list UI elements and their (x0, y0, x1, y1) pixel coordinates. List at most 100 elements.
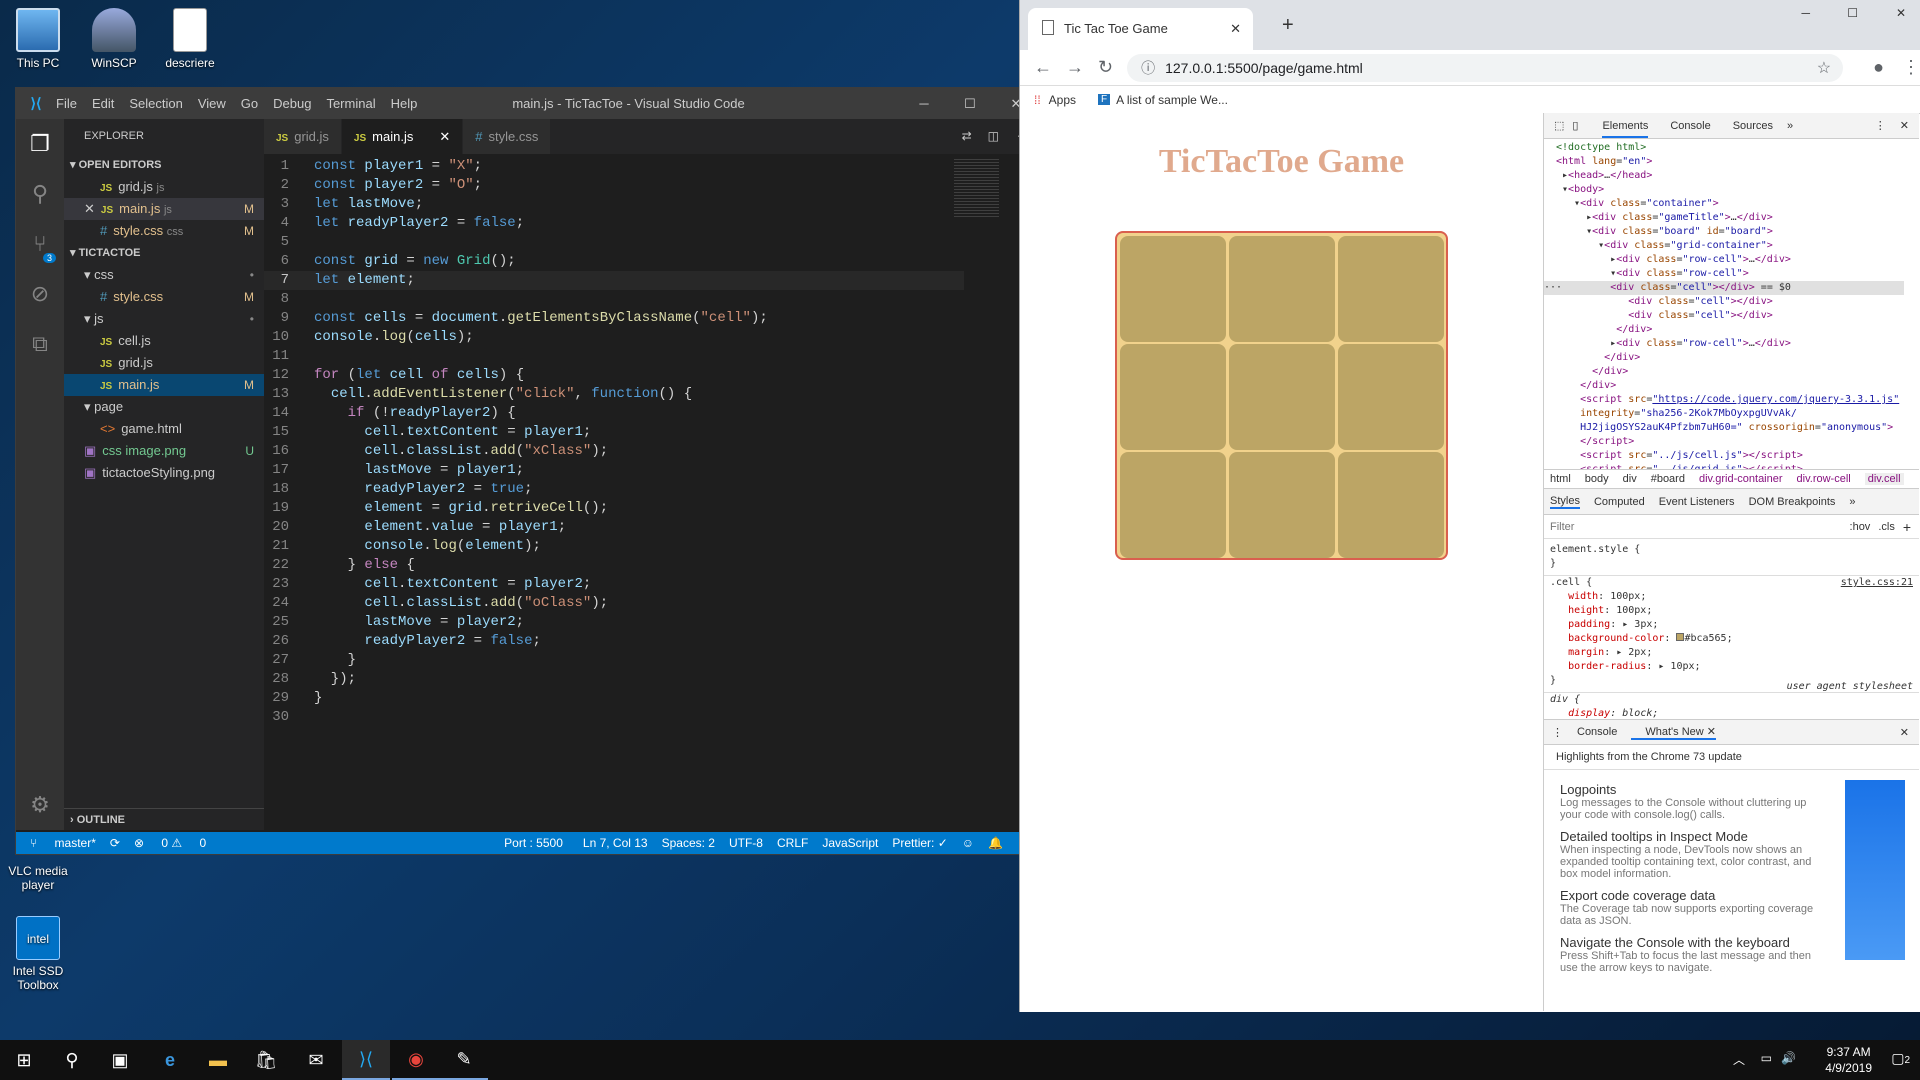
menu-debug[interactable]: Debug (273, 96, 311, 111)
minimize-icon[interactable]: ─ (901, 96, 947, 111)
open-editor-item[interactable]: JS grid.js js (64, 176, 264, 198)
chrome-menu-icon[interactable]: ⋮ (1902, 57, 1920, 78)
menu-edit[interactable]: Edit (92, 96, 114, 111)
chrome-taskbar-icon[interactable]: ◉ (392, 1040, 440, 1080)
code-line[interactable]: 7 let element; (264, 271, 964, 290)
split-editor-icon[interactable]: ◫ (980, 119, 1007, 154)
code-line[interactable]: 10 console.log(cells); (264, 328, 964, 347)
network-icon[interactable]: ▭ (1761, 1051, 1772, 1065)
breadcrumb-row-cell[interactable]: div.row-cell (1797, 473, 1851, 485)
code-line[interactable]: 3 let lastMove; (264, 195, 964, 214)
tab-close-icon[interactable]: ✕ (439, 129, 450, 144)
board-cell[interactable] (1120, 236, 1226, 342)
maximize-icon[interactable]: ☐ (947, 96, 993, 112)
cls-toggle[interactable]: .cls (1878, 521, 1895, 533)
code-line[interactable]: 2 const player2 = "O"; (264, 176, 964, 195)
whats-new-item[interactable]: Logpoints Log messages to the Console wit… (1560, 782, 1829, 821)
style-source-link[interactable]: style.css:21 (1841, 576, 1913, 590)
desktop-icon-vlc[interactable]: VLC media player (2, 864, 74, 892)
desktop-icon-intel-ssd[interactable]: intel Intel SSD Toolbox (2, 916, 74, 992)
menu-help[interactable]: Help (391, 96, 418, 111)
code-line[interactable]: 1 const player1 = "X"; (264, 157, 964, 176)
devtools-menu-icon[interactable]: ⋮ (1875, 119, 1886, 132)
bookmark-sample-web[interactable]: A list of sample We... (1116, 93, 1228, 107)
code-line[interactable]: 15 cell.textContent = player1; (264, 423, 964, 442)
encoding[interactable]: UTF-8 (729, 836, 763, 850)
code-line[interactable]: 8 (264, 290, 964, 309)
code-line[interactable]: 11 (264, 347, 964, 366)
code-line[interactable]: 29} (264, 689, 964, 708)
devtools-tab-sources[interactable]: Sources (1733, 120, 1773, 132)
breadcrumb-div[interactable]: div (1623, 473, 1637, 485)
breadcrumb-board[interactable]: #board (1651, 473, 1685, 485)
tree-file[interactable]: ▣ tictactoeStyling.png (64, 462, 264, 484)
drawer-tab-whats-new[interactable]: What's New ✕ (1631, 725, 1716, 740)
reload-icon[interactable]: ↻ (1098, 57, 1113, 78)
start-windows-icon[interactable]: ⊞ (0, 1040, 48, 1080)
tab-close-icon[interactable]: ✕ (1230, 21, 1241, 37)
volume-icon[interactable]: 🔊 (1781, 1051, 1796, 1065)
compare-icon[interactable]: ⇄ (954, 119, 980, 154)
search-icon[interactable]: ⚲ (16, 169, 64, 219)
close-editor-icon[interactable]: ✕ (84, 201, 95, 216)
indent-spaces[interactable]: Spaces: 2 (662, 836, 715, 850)
paint-taskbar-icon[interactable]: ✎ (440, 1040, 488, 1080)
back-icon[interactable]: ← (1034, 57, 1052, 78)
outline-header[interactable]: › OUTLINE (64, 808, 264, 830)
show-hidden-icons[interactable]: ︿ (1733, 1051, 1745, 1068)
minimize-icon[interactable]: ─ (1801, 6, 1810, 20)
more-tabs-icon[interactable]: » (1849, 496, 1855, 508)
mail-icon[interactable]: ✉ (292, 1040, 340, 1080)
task-view-icon[interactable]: ▣ (96, 1040, 144, 1080)
file-explorer-icon[interactable]: ▬ (194, 1040, 242, 1080)
code-line[interactable]: 12 for (let cell of cells) { (264, 366, 964, 385)
search-icon[interactable]: ⚲ (48, 1040, 96, 1080)
code-line[interactable]: 23 cell.textContent = player2; (264, 575, 964, 594)
breadcrumb-grid-container[interactable]: div.grid-container (1699, 473, 1783, 485)
extensions-icon[interactable]: ⧉ (16, 319, 64, 369)
explorer-icon[interactable]: ❐ (16, 119, 64, 169)
cursor-position[interactable]: Ln 7, Col 13 (583, 836, 648, 850)
board-cell[interactable] (1229, 452, 1335, 558)
tree-file-selected[interactable]: JS main.js M (64, 374, 264, 396)
dom-tree[interactable]: <!doctype html> <html lang="en"> ▸<head>… (1544, 139, 1919, 469)
drawer-close-icon[interactable]: ✕ (1900, 726, 1909, 739)
code-line[interactable]: 9 const cells = document.getElementsByCla… (264, 309, 964, 328)
problems-status[interactable]: ⊗ 0 ⚠ 0 (134, 836, 206, 850)
desktop-icon-winscp[interactable]: WinSCP (78, 8, 150, 70)
breadcrumb-cell[interactable]: div.cell (1864, 473, 1904, 485)
board-cell[interactable] (1338, 344, 1444, 450)
feedback-icon[interactable]: ☺ (962, 836, 974, 850)
code-line[interactable]: 4 let readyPlayer2 = false; (264, 214, 964, 233)
source-control-icon[interactable]: ⑂ 3 (16, 219, 64, 269)
hov-toggle[interactable]: :hov (1850, 521, 1871, 533)
clock[interactable]: 9:37 AM 4/9/2019 (1825, 1044, 1872, 1076)
code-line[interactable]: 19 element = grid.retriveCell(); (264, 499, 964, 518)
code-line[interactable]: 14 if (!readyPlayer2) { (264, 404, 964, 423)
whats-new-item[interactable]: Detailed tooltips in Inspect Mode When in… (1560, 829, 1829, 880)
code-line[interactable]: 30 (264, 708, 964, 727)
action-center-icon[interactable]: ▢2 (1891, 1050, 1910, 1067)
browser-tab[interactable]: Tic Tac Toe Game ✕ (1028, 8, 1253, 50)
drawer-tab-console[interactable]: Console (1577, 726, 1617, 738)
board-cell[interactable] (1229, 236, 1335, 342)
bookmark-apps[interactable]: Apps (1049, 93, 1076, 107)
maximize-icon[interactable]: ☐ (1847, 6, 1858, 20)
styles-pane[interactable]: element.style { } .cell { width: 100px; … (1544, 539, 1919, 719)
edge-icon[interactable]: e (146, 1040, 194, 1080)
store-icon[interactable]: 🛍 (242, 1040, 290, 1080)
devtools-tab-elements[interactable]: Elements (1602, 114, 1649, 138)
code-line[interactable]: 13 cell.addEventListener("click", functi… (264, 385, 964, 404)
vscode-taskbar-icon[interactable]: ⟩⟨ (342, 1040, 390, 1080)
project-header[interactable]: ▾ TICTACTOE (64, 242, 264, 264)
board-cell[interactable] (1338, 236, 1444, 342)
styles-tab[interactable]: Styles (1550, 495, 1580, 509)
open-editor-item[interactable]: ✕ JS main.js js M (64, 198, 264, 220)
tab-grid-js[interactable]: JS grid.js (264, 119, 342, 154)
inspect-element-icon[interactable]: ⬚ (1554, 119, 1564, 132)
prettier-status[interactable]: Prettier: ✓ (892, 836, 947, 850)
breadcrumb-body[interactable]: body (1585, 473, 1609, 485)
tree-file[interactable]: # style.css M (64, 286, 264, 308)
code-line[interactable]: 24 cell.classList.add("oClass"); (264, 594, 964, 613)
menu-view[interactable]: View (198, 96, 226, 111)
